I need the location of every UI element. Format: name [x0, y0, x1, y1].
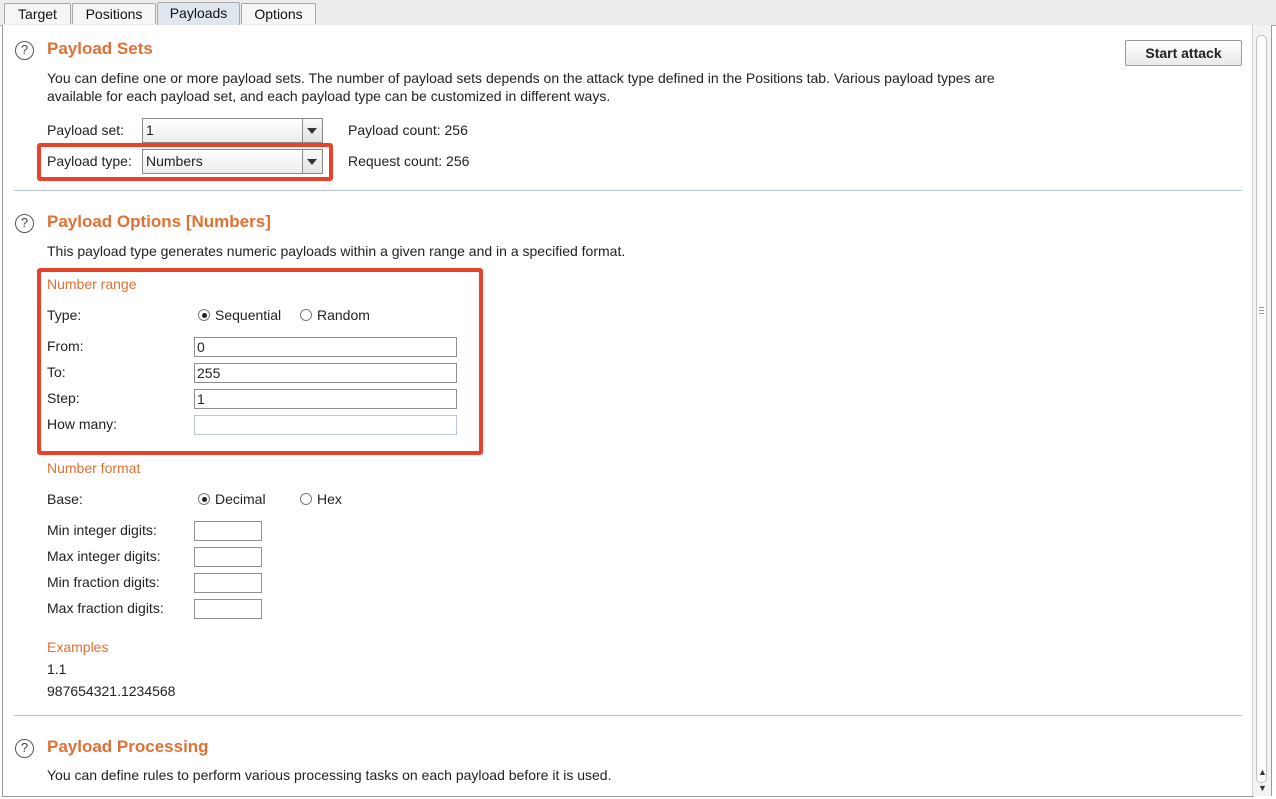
tab-options[interactable]: Options [241, 3, 316, 24]
number-format-title: Number format [47, 460, 141, 476]
hex-radio[interactable] [300, 493, 312, 505]
payload-processing-title: Payload Processing [47, 737, 209, 756]
divider [14, 715, 1242, 716]
dropdown-arrow-icon[interactable] [302, 119, 322, 142]
help-icon[interactable]: ? [15, 739, 34, 758]
base-label: Base: [47, 491, 83, 507]
example-item: 987654321.1234568 [47, 683, 176, 699]
payload-set-label: Payload set: [47, 122, 125, 138]
payload-count: Payload count: 256 [348, 122, 468, 138]
example-item: 1.1 [47, 661, 67, 677]
start-attack-button[interactable]: Start attack [1125, 40, 1242, 66]
payload-sets-description-1: You can define one or more payload sets.… [47, 70, 995, 86]
tab-positions[interactable]: Positions [72, 3, 156, 24]
scroll-thumb[interactable] [1256, 35, 1267, 783]
payload-options-description: This payload type generates numeric payl… [47, 243, 626, 259]
min-fraction-digits-label: Min fraction digits: [47, 574, 160, 590]
tab-target[interactable]: Target [4, 3, 71, 24]
min-integer-digits-input[interactable] [194, 521, 262, 541]
max-fraction-digits-input[interactable] [194, 599, 262, 619]
decimal-radio[interactable] [198, 493, 210, 505]
min-integer-digits-label: Min integer digits: [47, 522, 157, 538]
tab-payloads[interactable]: Payloads [157, 2, 240, 25]
scroll-down-icon[interactable]: ▼ [1253, 780, 1272, 796]
max-fraction-digits-label: Max fraction digits: [47, 600, 164, 616]
request-count: Request count: 256 [348, 153, 470, 169]
help-icon[interactable]: ? [15, 41, 34, 60]
payload-sets-description-2: available for each payload set, and each… [47, 88, 611, 104]
payload-processing-description: You can define rules to perform various … [47, 767, 612, 783]
decimal-label[interactable]: Decimal [215, 491, 266, 507]
payload-type-highlight-box [37, 143, 333, 181]
max-integer-digits-label: Max integer digits: [47, 548, 161, 564]
vertical-scrollbar[interactable]: ▲ ▼ [1252, 25, 1272, 796]
payload-options-title: Payload Options [Numbers] [47, 212, 271, 231]
payload-sets-title: Payload Sets [47, 39, 153, 58]
max-integer-digits-input[interactable] [194, 547, 262, 567]
number-range-highlight-box [37, 268, 483, 455]
examples-title: Examples [47, 639, 109, 655]
payload-set-value: 1 [146, 122, 154, 138]
hex-label[interactable]: Hex [317, 491, 342, 507]
scroll-up-icon[interactable]: ▲ [1253, 764, 1272, 780]
payload-set-select[interactable]: 1 [142, 118, 323, 143]
help-icon[interactable]: ? [15, 214, 34, 233]
min-fraction-digits-input[interactable] [194, 573, 262, 593]
tab-bar: Target Positions Payloads Options [0, 0, 1276, 26]
divider [14, 190, 1242, 191]
